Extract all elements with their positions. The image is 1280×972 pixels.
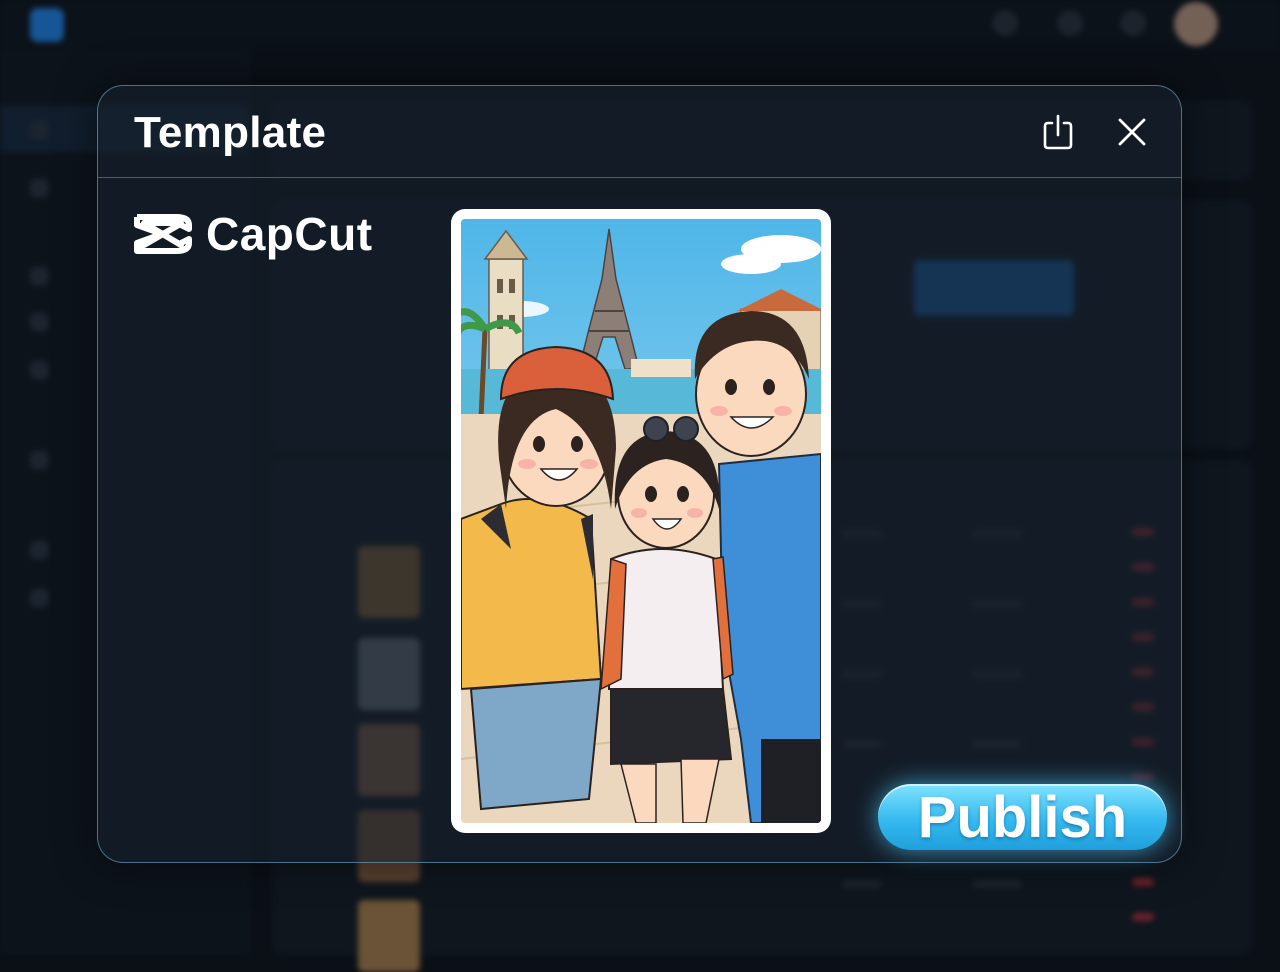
modal-header: Template — [98, 86, 1181, 178]
background-topbar — [0, 0, 1280, 50]
modal-title: Template — [134, 108, 327, 157]
template-preview-image[interactable] — [451, 209, 831, 833]
publish-button[interactable]: Publish — [878, 784, 1167, 850]
background-logo — [30, 8, 64, 42]
close-button[interactable] — [1110, 110, 1154, 154]
capcut-brand: CapCut — [132, 206, 373, 262]
template-modal: Template CapCut Publish — [97, 85, 1182, 863]
search-icon — [992, 10, 1018, 36]
notification-icon — [1057, 10, 1083, 36]
close-icon — [1118, 118, 1146, 146]
selfie-illustration — [461, 219, 821, 823]
avatar — [1174, 2, 1218, 46]
share-button[interactable] — [1036, 110, 1080, 154]
capcut-logo-icon — [134, 214, 192, 254]
bell-icon — [1120, 10, 1146, 36]
share-icon — [1043, 114, 1073, 150]
brand-name: CapCut — [206, 208, 373, 260]
